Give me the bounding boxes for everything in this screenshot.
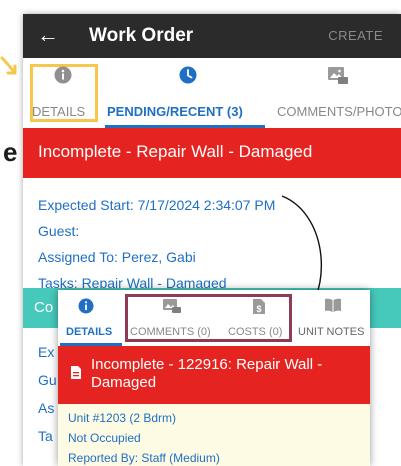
screenshot-stage: e ← Work Order CREATE DETAILS PENDING/RE… (0, 0, 401, 466)
popup-tab-notes-label: UNIT NOTES (298, 326, 365, 338)
hidden-line-1: Ex (38, 344, 55, 360)
expected-start: Expected Start: 7/17/2024 2:34:07 PM (38, 197, 276, 213)
tab-bar: DETAILS PENDING/RECENT (3) COMMENTS/PHOT… (23, 58, 401, 128)
info-icon (54, 66, 72, 84)
document-icon (71, 366, 81, 379)
comments-costs-highlight (125, 294, 292, 342)
popup-tab-details-label: DETAILS (66, 326, 113, 338)
tab-details-label: DETAILS (32, 104, 86, 119)
app-bar: ← Work Order CREATE (23, 14, 401, 58)
hidden-line-4: Ta (38, 428, 53, 444)
popup-tab-details[interactable]: DETAILS (60, 290, 122, 346)
guest: Guest: (38, 223, 80, 239)
work-order-details: Expected Start: 7/17/2024 2:34:07 PM Gue… (23, 178, 401, 291)
clock-icon (179, 66, 197, 84)
popup-tab-unit-notes[interactable]: UNIT NOTES (298, 290, 370, 346)
annotation-arrow-icon (0, 56, 17, 75)
hidden-line-2: Gu (38, 372, 57, 388)
back-arrow-icon[interactable]: ← (37, 23, 59, 47)
tab-comments-label: COMMENTS/PHOTOS (277, 104, 401, 119)
unit-number: Unit #1203 (2 Bdrm) (68, 411, 177, 425)
popup-status-banner: Incomplete - 122916: Repair Wall - Damag… (58, 346, 370, 404)
status-banner[interactable]: Incomplete - Repair Wall - Damaged (23, 128, 401, 178)
status-banner-text: Incomplete - Repair Wall - Damaged (38, 142, 313, 161)
work-order-detail-popup: DETAILS COMMENTS (0) $ COSTS (0) UNIT NO… (58, 290, 370, 466)
tab-pending-label: PENDING/RECENT (3) (107, 104, 243, 119)
book-icon (325, 298, 341, 312)
assigned-to: Assigned To: Perez, Gabi (38, 249, 196, 265)
popup-unit-info: Unit #1203 (2 Bdrm) Not Occupied Reporte… (58, 404, 370, 466)
info-icon (78, 298, 94, 314)
create-button[interactable]: CREATE (328, 28, 383, 43)
tab-pending-recent[interactable]: PENDING/RECENT (3) (105, 58, 265, 128)
cropped-heading-fragment: e (3, 137, 18, 167)
secondary-banner-text: Co (34, 299, 54, 316)
hidden-line-3: As (38, 400, 55, 416)
popup-tab-bar: DETAILS COMMENTS (0) $ COSTS (0) UNIT NO… (58, 290, 370, 346)
occupancy-status: Not Occupied (68, 431, 141, 445)
popup-status-banner-text: Incomplete - 122916: Repair Wall - Damag… (91, 356, 323, 391)
photos-icon (328, 67, 348, 84)
reported-by: Reported By: Staff (Medium) (68, 451, 220, 465)
page-title: Work Order (89, 25, 194, 46)
tab-details[interactable]: DETAILS (23, 58, 101, 128)
tab-comments-photos[interactable]: COMMENTS/PHOTOS (277, 58, 401, 128)
